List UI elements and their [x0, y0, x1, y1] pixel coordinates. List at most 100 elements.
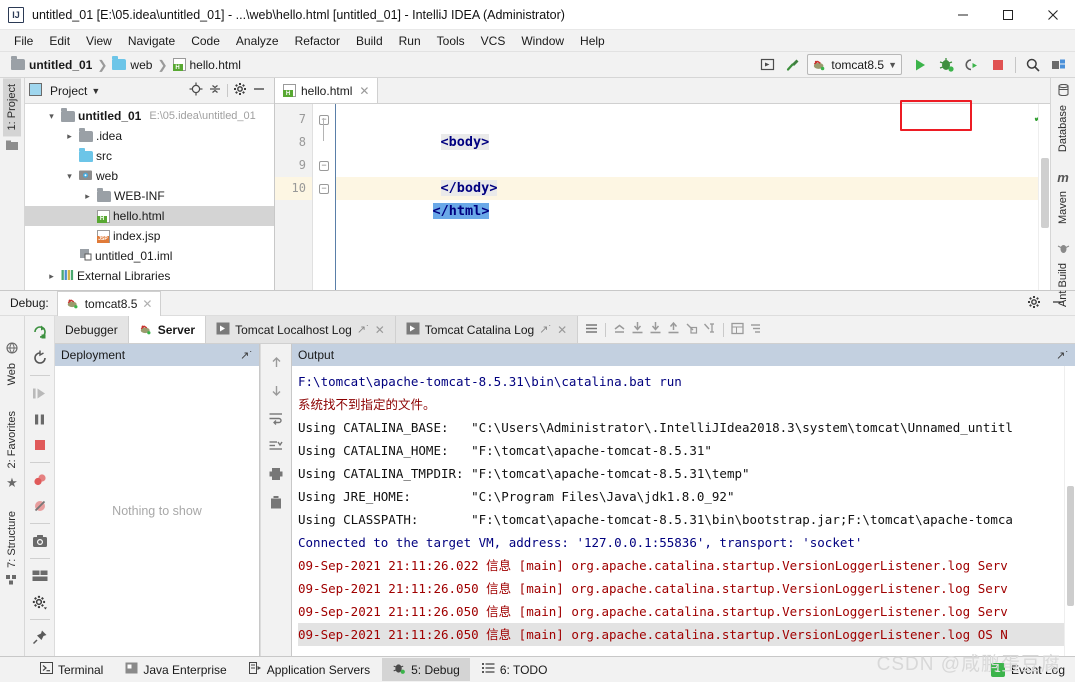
soft-wrap-icon[interactable]: [264, 406, 288, 430]
status-button-todo[interactable]: 6: TODO: [472, 659, 558, 680]
print-icon[interactable]: [264, 462, 288, 486]
console-scrollbar[interactable]: [1064, 366, 1075, 656]
menu-vcs[interactable]: VCS: [473, 32, 514, 50]
build-hammer-icon[interactable]: [781, 54, 805, 76]
stop-icon[interactable]: [28, 433, 52, 457]
tree-node-iml[interactable]: untitled_01.iml: [25, 246, 274, 266]
breadcrumb-project[interactable]: untitled_01: [8, 56, 95, 72]
menu-help[interactable]: Help: [572, 32, 613, 50]
chevron-down-icon[interactable]: ▼: [888, 60, 897, 70]
step-out-icon[interactable]: [666, 321, 681, 338]
console-output[interactable]: F:\tomcat\apache-tomcat-8.5.31\bin\catal…: [292, 366, 1075, 656]
scroll-to-end-icon[interactable]: [264, 434, 288, 458]
sidebar-item-project[interactable]: 1: Project: [3, 78, 21, 137]
pause-program-icon[interactable]: [28, 407, 52, 431]
tab-tomcat-localhost-log[interactable]: Tomcat Localhost Log ↗˙ ✕: [206, 316, 396, 343]
tree-node-untitled-01[interactable]: ▾ untitled_01 E:\05.idea\untitled_01: [25, 106, 274, 126]
status-button-debug[interactable]: 5: Debug: [382, 658, 470, 681]
hide-icon[interactable]: [252, 82, 266, 99]
menu-edit[interactable]: Edit: [41, 32, 78, 50]
menu-build[interactable]: Build: [348, 32, 391, 50]
console-filter-icon[interactable]: [748, 322, 763, 338]
select-opened-file-icon[interactable]: [755, 54, 779, 76]
delete-icon[interactable]: [264, 490, 288, 514]
settings-gear-icon[interactable]: [28, 590, 52, 614]
menu-run[interactable]: Run: [391, 32, 429, 50]
stop-icon[interactable]: [986, 54, 1010, 76]
tab-debugger[interactable]: Debugger: [55, 316, 129, 343]
tree-node-web-inf[interactable]: ▸ WEB-INF: [25, 186, 274, 206]
settings-gear-icon[interactable]: [233, 82, 247, 99]
chevron-right-icon[interactable]: ▸: [45, 271, 58, 282]
code-folding-column[interactable]: − − −: [313, 104, 335, 290]
sidebar-item-ant-build[interactable]: Ant Build: [1054, 257, 1072, 313]
debug-run-tab[interactable]: tomcat8.5 ✕: [56, 290, 162, 316]
tree-node-idea[interactable]: ▸ .idea: [25, 126, 274, 146]
pin-icon[interactable]: ↗˙: [539, 323, 552, 336]
fold-toggle[interactable]: −: [313, 154, 335, 177]
menu-tools[interactable]: Tools: [429, 32, 473, 50]
close-tab-icon[interactable]: ✕: [142, 297, 152, 311]
sidebar-item-structure[interactable]: 7: Structure: [3, 505, 21, 574]
update-application-icon[interactable]: [28, 346, 52, 370]
mute-breakpoints-icon[interactable]: [28, 494, 52, 518]
collapse-all-icon[interactable]: [208, 82, 222, 99]
down-arrow-icon[interactable]: [264, 378, 288, 402]
menu-window[interactable]: Window: [513, 32, 572, 50]
breadcrumb-web[interactable]: web: [109, 56, 155, 72]
menu-view[interactable]: View: [78, 32, 120, 50]
chevron-down-icon[interactable]: ▾: [63, 171, 76, 182]
close-tab-icon[interactable]: ✕: [557, 323, 567, 337]
pin-tab-icon[interactable]: [28, 625, 52, 649]
status-button-application-servers[interactable]: Application Servers: [239, 659, 380, 680]
tree-node-web[interactable]: ▾ web: [25, 166, 274, 186]
code-lines[interactable]: <body> </body> </html>: [335, 104, 1038, 290]
menu-refactor[interactable]: Refactor: [287, 32, 348, 50]
up-arrow-icon[interactable]: [264, 350, 288, 374]
layout-settings-icon[interactable]: [584, 322, 599, 338]
event-log-label[interactable]: Event Log: [1011, 663, 1065, 677]
sidebar-item-maven[interactable]: Maven: [1054, 185, 1072, 230]
evaluate-expression-icon[interactable]: [730, 322, 745, 338]
step-over-icon[interactable]: [630, 321, 645, 338]
close-tab-icon[interactable]: ✕: [375, 323, 385, 337]
editor-scrollbar[interactable]: [1038, 104, 1050, 290]
tab-tomcat-catalina-log[interactable]: Tomcat Catalina Log ↗˙ ✕: [395, 316, 579, 343]
chevron-down-icon[interactable]: ▾: [45, 111, 58, 122]
project-structure-icon[interactable]: [1047, 54, 1071, 76]
force-step-icon[interactable]: [702, 321, 717, 338]
menu-file[interactable]: File: [6, 32, 41, 50]
attach-profiler-icon[interactable]: [960, 54, 984, 76]
tab-server[interactable]: Server: [128, 316, 207, 343]
close-icon[interactable]: [1030, 0, 1075, 30]
settings-gear-icon[interactable]: [1027, 295, 1041, 312]
tree-node-src[interactable]: src: [25, 146, 274, 166]
search-everywhere-icon[interactable]: [1021, 54, 1045, 76]
sidebar-item-database[interactable]: Database: [1054, 99, 1072, 158]
chevron-right-icon[interactable]: ▸: [63, 131, 76, 142]
chevron-right-icon[interactable]: ▸: [81, 191, 94, 202]
run-to-cursor-icon[interactable]: [684, 321, 699, 338]
menu-navigate[interactable]: Navigate: [120, 32, 183, 50]
pin-icon[interactable]: ↗˙: [240, 349, 253, 362]
code-line-7[interactable]: <body>: [335, 108, 1038, 150]
chevron-down-icon[interactable]: ▼: [91, 86, 100, 96]
editor-tab-hello-html[interactable]: H hello.html ✕: [275, 78, 379, 103]
locate-icon[interactable]: [189, 82, 203, 99]
fold-toggle[interactable]: −: [313, 177, 335, 200]
run-icon[interactable]: [908, 54, 932, 76]
restore-layout-icon[interactable]: [28, 564, 52, 588]
scroll-up-icon[interactable]: [612, 322, 627, 338]
menu-code[interactable]: Code: [183, 32, 228, 50]
rerun-icon[interactable]: [28, 320, 52, 344]
get-thread-dump-icon[interactable]: [28, 529, 52, 553]
status-button-java-enterprise[interactable]: Java Enterprise: [115, 659, 236, 680]
debug-icon[interactable]: [934, 54, 958, 76]
view-breakpoints-icon[interactable]: [28, 468, 52, 492]
close-tab-icon[interactable]: ✕: [359, 84, 369, 98]
tree-node-index-jsp[interactable]: JSP index.jsp: [25, 226, 274, 246]
code-editor[interactable]: 7 8 9 10 − − − <body>: [275, 104, 1050, 290]
status-button-terminal[interactable]: Terminal: [30, 659, 113, 680]
sidebar-item-favorites[interactable]: 2: Favorites: [3, 405, 21, 474]
menu-analyze[interactable]: Analyze: [228, 32, 287, 50]
